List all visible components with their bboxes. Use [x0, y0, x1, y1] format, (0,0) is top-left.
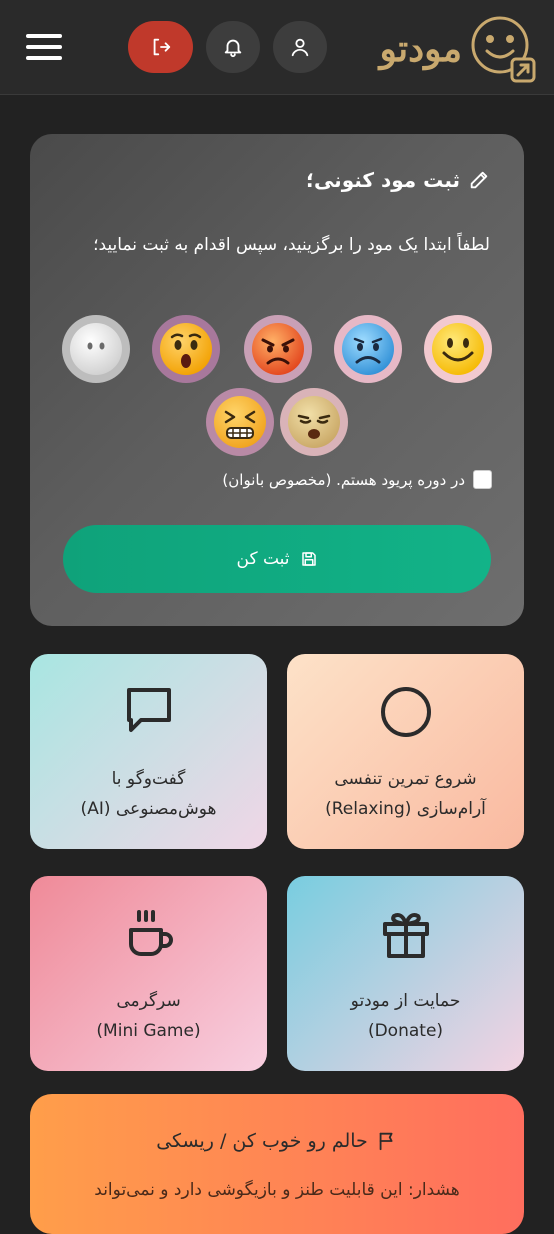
- profile-button[interactable]: [273, 21, 327, 73]
- period-checkbox[interactable]: [473, 470, 492, 489]
- pencil-icon: [470, 171, 488, 189]
- smiley-logo-icon: [471, 16, 536, 83]
- sad-face-icon: [342, 323, 394, 375]
- logout-icon: [153, 38, 170, 56]
- donate-tile[interactable]: حمایت از مودتو (Donate): [287, 876, 524, 1071]
- mood-option-tired[interactable]: [280, 388, 348, 456]
- mood-option-angry[interactable]: [244, 315, 312, 383]
- neutral-face-icon: [70, 323, 122, 375]
- risk-title: حالم رو خوب کن / ریسکی: [156, 1130, 368, 1152]
- bell-icon: [224, 39, 242, 58]
- risk-title-row: حالم رو خوب کن / ریسکی: [30, 1130, 524, 1152]
- game-title: سرگرمی: [116, 991, 181, 1011]
- donate-title: حمایت از مودتو: [350, 991, 461, 1011]
- donate-subtitle: (Donate): [367, 1021, 444, 1041]
- risk-warning-text: هشدار: این قابلیت طنز و بازیگوشی دارد و …: [94, 1180, 460, 1200]
- mood-card: ثبت مود کنونی؛ لطفاً ابتدا یک مود را برگ…: [30, 134, 524, 626]
- frustrated-face-icon: [214, 396, 266, 448]
- user-icon: [291, 38, 309, 57]
- mood-title: ثبت مود کنونی؛: [305, 168, 460, 192]
- game-subtitle: (Mini Game): [96, 1021, 201, 1041]
- mood-option-frustrated[interactable]: [206, 388, 274, 456]
- breathing-subtitle: آرام‌سازی (Relaxing): [325, 799, 486, 819]
- mood-title-row: ثبت مود کنونی؛: [306, 168, 490, 192]
- notifications-button[interactable]: [206, 21, 260, 73]
- mood-option-neutral[interactable]: [62, 315, 130, 383]
- happy-face-icon: [432, 323, 484, 375]
- top-header: مودتو: [0, 0, 554, 95]
- mood-option-happy[interactable]: [424, 315, 492, 383]
- save-icon: [301, 552, 316, 566]
- chat-title: گفت‌وگو با: [111, 769, 186, 789]
- tired-face-icon: [288, 396, 340, 448]
- angry-face-icon: [252, 323, 304, 375]
- period-label: در دوره پریود هستم. (مخصوص بانوان): [222, 470, 465, 489]
- chat-subtitle: هوش‌مصنوعی (AI): [80, 799, 217, 819]
- coffee-cup-icon: [128, 910, 173, 956]
- mini-game-tile[interactable]: سرگرمی (Mini Game): [30, 876, 267, 1071]
- ai-chat-tile[interactable]: گفت‌وگو با هوش‌مصنوعی (AI): [30, 654, 267, 849]
- app-logo[interactable]: مودتو: [379, 14, 538, 84]
- circle-icon: [380, 687, 431, 737]
- breathing-title: شروع تمرین تنفسی: [334, 769, 477, 789]
- mood-option-surprised[interactable]: [152, 315, 220, 383]
- app-name: مودتو: [379, 28, 462, 70]
- submit-mood-button[interactable]: ثبت کن: [63, 525, 491, 593]
- logout-button[interactable]: [128, 21, 193, 73]
- submit-label: ثبت کن: [236, 549, 290, 569]
- hamburger-icon[interactable]: [26, 34, 62, 60]
- flag-icon: [379, 1132, 393, 1151]
- mood-instruction: لطفاً ابتدا یک مود را برگزینید، سپس اقدا…: [93, 235, 490, 255]
- period-option[interactable]: در دوره پریود هستم. (مخصوص بانوان): [222, 470, 492, 489]
- gift-icon: [382, 913, 429, 958]
- breathing-exercise-tile[interactable]: شروع تمرین تنفسی آرام‌سازی (Relaxing): [287, 654, 524, 849]
- risky-mood-card[interactable]: حالم رو خوب کن / ریسکی هشدار: این قابلیت…: [30, 1094, 524, 1234]
- chat-bubble-icon: [126, 688, 171, 732]
- surprised-face-icon: [160, 323, 212, 375]
- mood-option-sad[interactable]: [334, 315, 402, 383]
